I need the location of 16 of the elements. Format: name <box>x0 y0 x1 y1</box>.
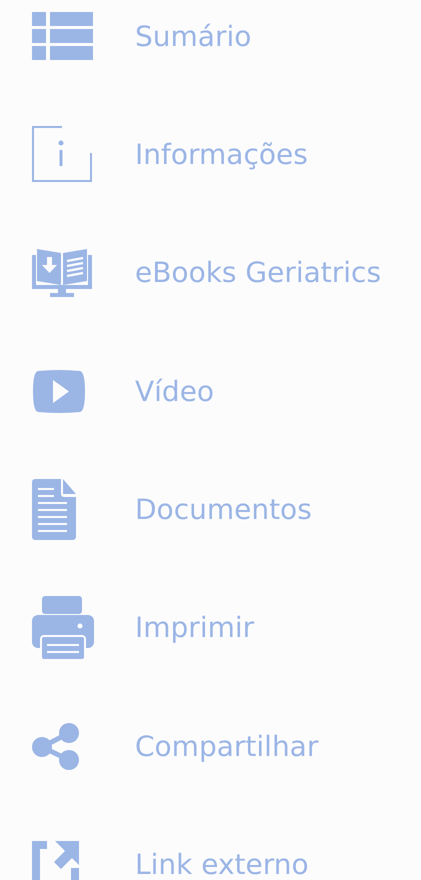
menu-link[interactable]: Vídeo <box>135 374 214 408</box>
menu-link[interactable]: Informações <box>135 138 308 171</box>
play-icon <box>32 370 86 413</box>
document-icon <box>32 479 76 540</box>
list-icon <box>32 12 93 60</box>
menu-link[interactable]: Compartilhar <box>135 730 318 763</box>
book-icon <box>32 246 92 299</box>
menu-link[interactable]: Imprimir <box>135 611 254 644</box>
menu-link[interactable]: eBooks Geriatrics <box>135 256 382 290</box>
external-link-icon <box>32 841 79 880</box>
printer-icon <box>32 596 94 660</box>
menu-link[interactable]: Link externo <box>135 848 309 880</box>
info-icon <box>32 126 92 182</box>
menu-link[interactable]: Documentos <box>135 493 312 526</box>
menu-link[interactable]: Sumário <box>135 20 252 52</box>
share-icon <box>32 722 80 770</box>
